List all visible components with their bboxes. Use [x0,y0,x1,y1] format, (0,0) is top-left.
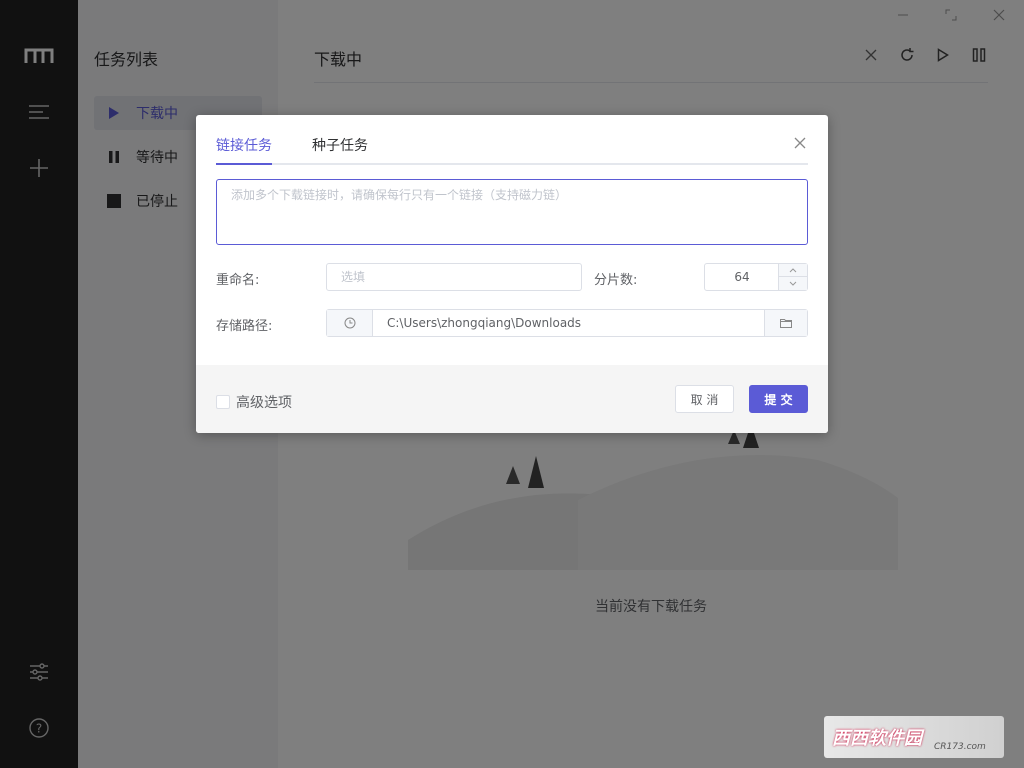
history-icon[interactable] [327,310,373,336]
advanced-options-label: 高级选项 [236,395,292,411]
dialog-tabs: 链接任务 种子任务 [216,135,808,165]
split-label: 分片数: [594,273,638,288]
add-task-dialog: 链接任务 种子任务 重命名: 分片数: 64 存储路径: C:\Users\zh… [196,115,828,433]
active-tab-indicator [216,163,272,165]
tab-torrent-task[interactable]: 种子任务 [312,135,368,163]
path-field: C:\Users\zhongqiang\Downloads [326,309,808,337]
path-value[interactable]: C:\Users\zhongqiang\Downloads [373,310,764,336]
rename-input[interactable] [326,263,582,291]
checkbox-box[interactable] [216,395,230,409]
url-input[interactable] [216,179,808,245]
site-watermark: 西西软件园 CR173.com [824,716,1004,758]
dialog-close-icon[interactable] [792,135,808,151]
submit-button[interactable]: 提 交 [749,385,808,413]
cancel-button[interactable]: 取 消 [675,385,734,413]
advanced-options-checkbox[interactable]: 高级选项 [216,392,292,412]
split-value[interactable]: 64 [705,264,779,290]
chevron-up-icon[interactable] [778,264,807,277]
split-stepper[interactable]: 64 [704,263,808,291]
tab-link-task[interactable]: 链接任务 [216,135,272,163]
watermark-text: 西西软件园 [832,728,922,749]
dialog-footer: 高级选项 取 消 提 交 [196,365,828,433]
path-label: 存储路径: [216,319,273,334]
chevron-down-icon[interactable] [778,277,807,290]
rename-label: 重命名: [216,273,260,288]
folder-icon[interactable] [764,310,807,336]
watermark-sub: CR173.com [934,742,986,752]
